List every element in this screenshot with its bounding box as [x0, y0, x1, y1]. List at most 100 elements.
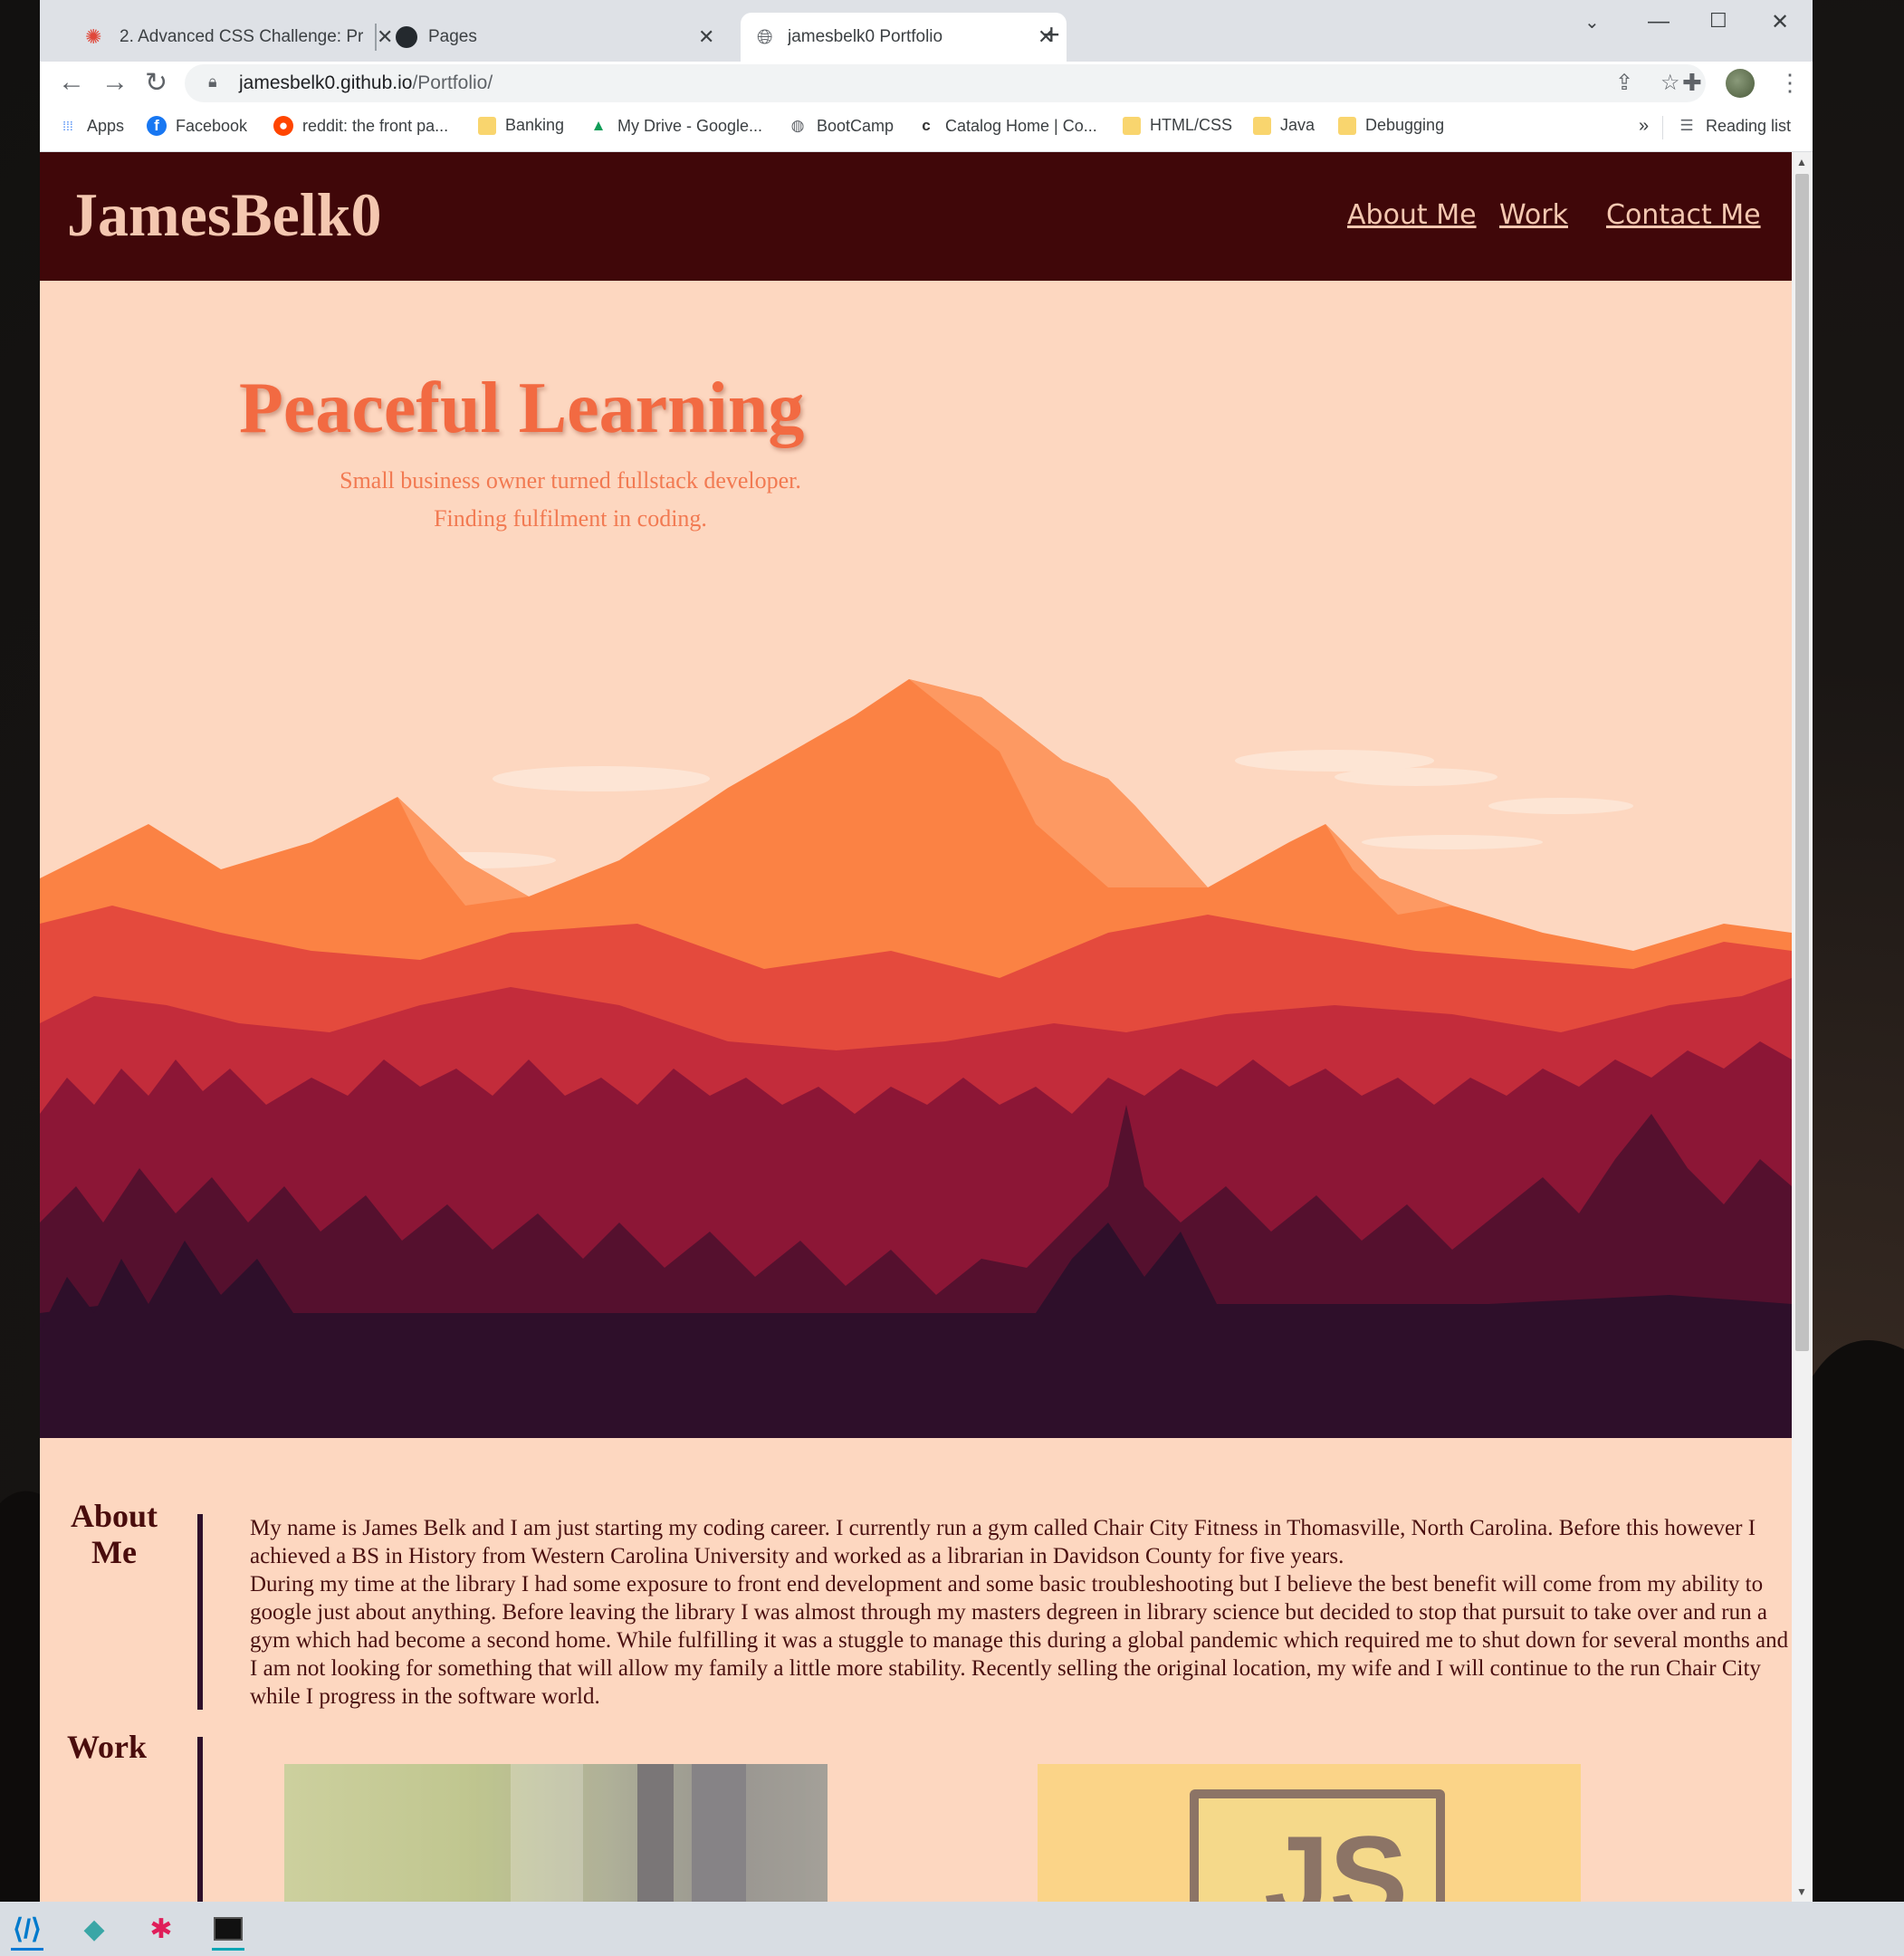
bookmark-java[interactable]: Java: [1253, 116, 1315, 135]
close-window-button[interactable]: ✕: [1771, 9, 1789, 35]
about-divider: [197, 1514, 203, 1710]
bookmarks-divider: [1662, 116, 1663, 139]
bookmark-facebook[interactable]: f Facebook: [147, 116, 247, 136]
bookmark-star-icon[interactable]: ☆: [1660, 70, 1680, 96]
taskbar: ⟨/⟩ ◆ ✱: [0, 1902, 1904, 1956]
close-icon[interactable]: ✕: [698, 25, 714, 49]
content-section: About Me My name is James Belk and I am …: [40, 1438, 1792, 1902]
tab-pages[interactable]: Pages ✕: [388, 13, 723, 62]
bookmark-label: HTML/CSS: [1150, 116, 1233, 134]
folder-icon: [1123, 116, 1141, 135]
nav-about-me[interactable]: About Me: [1347, 199, 1477, 231]
terminal-window-glyph: [214, 1917, 243, 1941]
image-highlight: [511, 1764, 583, 1902]
site-header: JamesBelk0 About Me Work Contact Me: [40, 152, 1792, 281]
scroll-down-arrow[interactable]: ▼: [1796, 1885, 1807, 1898]
about-paragraph: My name is James Belk and I am just star…: [250, 1516, 1756, 1568]
google-drive-icon: ▲: [590, 117, 607, 134]
page-scrollbar[interactable]: ▲ ▼: [1792, 152, 1813, 1902]
bookmark-label: Apps: [87, 116, 125, 135]
bookmarks-bar: ⁞⁞⁞ Apps f Facebook ● reddit: the front …: [40, 105, 1813, 152]
bookmark-label: BootCamp: [817, 116, 895, 135]
tab-strip: ✺ 2. Advanced CSS Challenge: Profe ✕ Pag…: [40, 0, 1813, 62]
active-indicator: [11, 1948, 43, 1951]
bookmark-apps[interactable]: ⁞⁞⁞ Apps: [58, 116, 124, 136]
share-icon[interactable]: ⇪: [1615, 70, 1633, 96]
github-icon: [396, 26, 417, 48]
work-project-image[interactable]: [284, 1764, 828, 1902]
minimize-button[interactable]: —: [1648, 9, 1670, 34]
hero-subtitle: Finding fulfilment in coding.: [434, 505, 707, 532]
image-figure: [637, 1764, 674, 1902]
bookmark-html-css[interactable]: HTML/CSS: [1123, 116, 1232, 135]
reload-button[interactable]: ↻: [145, 67, 167, 99]
bookmark-label: My Drive - Google...: [617, 116, 763, 135]
canvas-logo-icon: ✺: [85, 25, 102, 48]
tab-title: 2. Advanced CSS Challenge: Profe: [120, 27, 364, 46]
reading-list-icon: ☰: [1679, 117, 1694, 134]
js-logo-text: JS: [1264, 1811, 1409, 1902]
vscode-icon[interactable]: ⟨/⟩: [5, 1907, 49, 1951]
maximize-button[interactable]: ☐: [1709, 9, 1727, 33]
facebook-icon: f: [147, 116, 167, 136]
mountain-landscape-image: [40, 679, 1792, 1438]
tab-portfolio[interactable]: 🌐︎ jamesbelk0 Portfolio ✕: [741, 13, 1067, 62]
folder-icon: [1253, 116, 1271, 135]
bookmark-label: Java: [1280, 116, 1316, 134]
catalog-icon: c: [922, 117, 931, 134]
bookmark-google-drive[interactable]: ▲ My Drive - Google...: [588, 116, 762, 136]
scroll-thumb[interactable]: [1795, 174, 1809, 1351]
globe-icon: 🌐︎: [757, 25, 773, 48]
bookmark-debugging[interactable]: Debugging: [1338, 116, 1444, 135]
page-viewport: JamesBelk0 About Me Work Contact Me Peac…: [40, 152, 1813, 1902]
bookmark-label: reddit: the front pa...: [302, 116, 449, 135]
hero-subtitle: Small business owner turned fullstack de…: [340, 467, 801, 494]
bookmark-label: Facebook: [176, 116, 248, 135]
profile-avatar[interactable]: [1726, 69, 1755, 98]
bookmark-label: Debugging: [1365, 116, 1445, 134]
browser-toolbar: ← → ↻ 🔒︎ jamesbelk0.github.io/Portfolio/…: [40, 62, 1813, 105]
site-logo[interactable]: JamesBelk0: [67, 179, 382, 251]
about-me-heading: About Me: [70, 1498, 158, 1570]
bookmark-label: Catalog Home | Co...: [945, 116, 1097, 135]
reading-list-label: Reading list: [1706, 116, 1792, 135]
about-paragraph: During my time at the library I had some…: [250, 1572, 1789, 1709]
terminal-icon[interactable]: [206, 1907, 250, 1951]
hero-title: Peaceful Learning: [239, 369, 805, 448]
hero-section: Peaceful Learning Small business owner t…: [40, 281, 1792, 1438]
tab-separator: [375, 24, 377, 51]
git-kraken-icon[interactable]: ◆: [72, 1907, 116, 1951]
new-tab-button[interactable]: +: [1043, 18, 1060, 52]
about-me-text: My name is James Belk and I am just star…: [250, 1514, 1789, 1711]
bookmark-bootcamp[interactable]: ◍ BootCamp: [788, 116, 894, 136]
browser-window: ✺ 2. Advanced CSS Challenge: Profe ✕ Pag…: [40, 0, 1813, 1902]
bookmark-reddit[interactable]: ● reddit: the front pa...: [273, 116, 448, 136]
more-bookmarks-button[interactable]: »: [1639, 116, 1649, 137]
tab-title: Pages: [428, 27, 477, 46]
bookmark-catalog[interactable]: c Catalog Home | Co...: [916, 116, 1097, 136]
bookmark-banking[interactable]: Banking: [478, 116, 564, 135]
work-project-js-image[interactable]: JS: [1038, 1764, 1581, 1902]
tab-search-icon[interactable]: ⌄: [1584, 11, 1600, 34]
image-figure: [692, 1764, 746, 1902]
work-divider: [197, 1737, 203, 1902]
scroll-up-arrow[interactable]: ▲: [1796, 156, 1807, 168]
slack-icon[interactable]: ✱: [139, 1907, 183, 1951]
back-button[interactable]: ←: [58, 67, 85, 98]
tab-css-challenge[interactable]: ✺ 2. Advanced CSS Challenge: Profe ✕: [60, 13, 404, 62]
globe-icon: ◍: [790, 117, 805, 134]
extensions-icon[interactable]: ✚: [1682, 69, 1702, 97]
work-heading: Work: [67, 1729, 148, 1765]
apps-grid-icon: ⁞⁞⁞: [62, 119, 73, 133]
nav-work[interactable]: Work: [1499, 199, 1568, 231]
address-bar[interactable]: 🔒︎ jamesbelk0.github.io/Portfolio/ ⇪ ☆: [185, 64, 1706, 102]
nav-contact-me[interactable]: Contact Me: [1606, 199, 1761, 231]
bookmark-label: Banking: [505, 116, 565, 134]
forward-button[interactable]: →: [101, 67, 129, 98]
reddit-icon: ●: [273, 116, 293, 136]
reading-list-button[interactable]: ☰ Reading list: [1677, 116, 1791, 136]
menu-icon[interactable]: ⋮: [1778, 69, 1802, 97]
lock-icon: 🔒︎: [208, 72, 217, 91]
url-text: jamesbelk0.github.io/Portfolio/: [239, 72, 493, 93]
active-indicator: [212, 1948, 244, 1951]
